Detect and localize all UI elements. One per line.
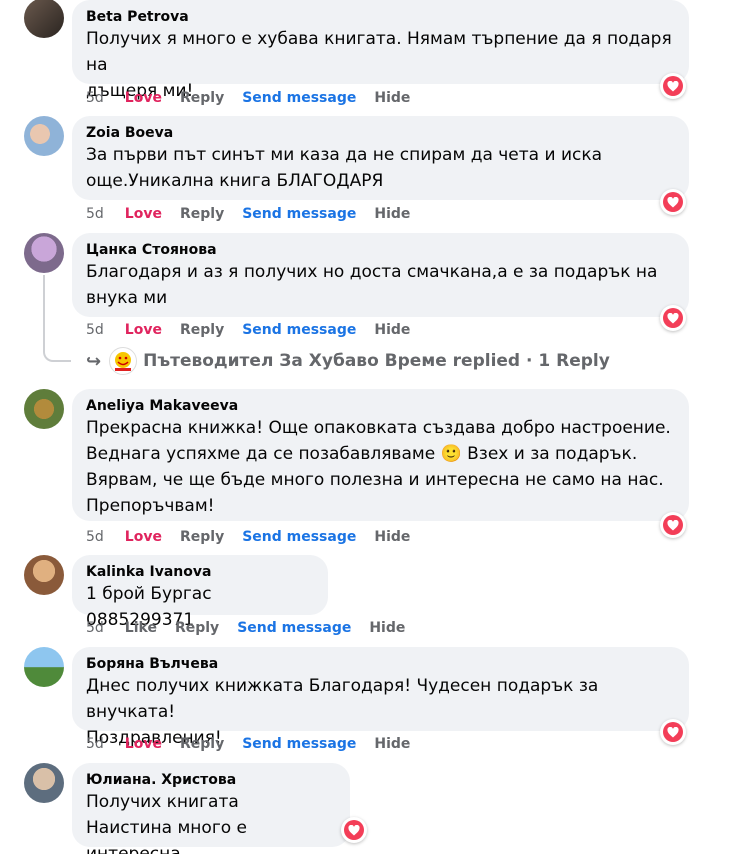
hide-button[interactable]: Hide	[374, 322, 410, 338]
reply-arrow-icon: ↪	[86, 350, 102, 372]
reaction-badge[interactable]	[660, 305, 686, 331]
reply-button[interactable]: Reply	[180, 90, 224, 106]
comment-text: Получих книгата Наистина много е интерес…	[86, 792, 248, 854]
send-message-button[interactable]: Send message	[237, 620, 351, 636]
avatar[interactable]	[24, 233, 64, 273]
comment-time[interactable]: 5d	[86, 206, 104, 222]
comment-actions: 5d Love Reply Send message Hide	[86, 206, 428, 222]
reply-button[interactable]: Reply	[180, 529, 224, 545]
reaction-badge[interactable]	[660, 719, 686, 745]
reply-button[interactable]: Reply	[180, 206, 224, 222]
send-message-button[interactable]: Send message	[242, 90, 356, 106]
page-avatar	[109, 347, 138, 375]
comment-text: Благодаря и аз я получих но доста смачка…	[86, 262, 658, 308]
avatar[interactable]	[24, 389, 64, 429]
comment-author[interactable]: Юлиана. Христова	[86, 771, 336, 789]
hide-button[interactable]: Hide	[374, 736, 410, 752]
comment-actions: 5d Like Reply Send message Hide	[86, 620, 423, 636]
comment-bubble: Цанка Стоянова Благодаря и аз я получих …	[72, 233, 689, 317]
comment-time[interactable]: 5d	[86, 736, 104, 752]
reply-button[interactable]: Reply	[175, 620, 219, 636]
comment-actions: 5d Love Reply Send message Hide	[86, 529, 428, 545]
send-message-button[interactable]: Send message	[242, 206, 356, 222]
send-message-button[interactable]: Send message	[242, 529, 356, 545]
love-button[interactable]: Love	[125, 206, 162, 222]
hide-button[interactable]: Hide	[374, 529, 410, 545]
love-button[interactable]: Love	[125, 90, 162, 106]
comment-time[interactable]: 5d	[86, 90, 104, 106]
reply-button[interactable]: Reply	[180, 736, 224, 752]
like-button[interactable]: Like	[125, 620, 157, 636]
comment-author[interactable]: Beta Petrova	[86, 8, 675, 26]
hide-button[interactable]: Hide	[374, 206, 410, 222]
hide-button[interactable]: Hide	[369, 620, 405, 636]
heart-icon	[663, 76, 683, 96]
heart-icon	[663, 515, 683, 535]
comment-actions: 5d Love Reply Send message Hide	[86, 736, 428, 752]
reaction-badge[interactable]	[660, 512, 686, 538]
reaction-badge[interactable]	[341, 817, 367, 843]
avatar[interactable]	[24, 647, 64, 687]
comment-author[interactable]: Aneliya Makaveeva	[86, 397, 675, 415]
view-replies-link[interactable]: ↪ Пътеводител За Хубаво Време replied · …	[86, 347, 610, 375]
comment-author[interactable]: Боряна Вълчева	[86, 655, 675, 673]
avatar[interactable]	[24, 763, 64, 803]
heart-icon	[663, 308, 683, 328]
send-message-button[interactable]: Send message	[242, 736, 356, 752]
avatar[interactable]	[24, 116, 64, 156]
comment-actions: 5d Love Reply Send message Hide	[86, 322, 428, 338]
comment-bubble: Beta Petrova Получих я много е хубава кн…	[72, 0, 689, 101]
comment-bubble: Юлиана. Христова Получих книгата Наистин…	[72, 763, 350, 854]
comment-time[interactable]: 5d	[86, 529, 104, 545]
heart-icon	[663, 722, 683, 742]
heart-icon	[663, 192, 683, 212]
love-button[interactable]: Love	[125, 322, 162, 338]
hide-button[interactable]: Hide	[374, 90, 410, 106]
send-message-button[interactable]: Send message	[242, 322, 356, 338]
comment-bubble: Боряна Вълчева Днес получих книжката Бла…	[72, 647, 689, 748]
love-button[interactable]: Love	[125, 736, 162, 752]
comment-text: Прекрасна книжка! Още опаковката създава…	[86, 418, 671, 516]
comment-actions: 5d Love Reply Send message Hide	[86, 90, 428, 106]
comment-bubble: Zoia Boeva За първи път синът ми каза да…	[72, 116, 689, 200]
comment-time[interactable]: 5d	[86, 322, 104, 338]
comment-bubble: Kalinka Ivanova 1 брой Бургас 0885299371	[72, 555, 328, 630]
comment-text: За първи път синът ми каза да не спирам …	[86, 145, 603, 191]
reaction-badge[interactable]	[660, 73, 686, 99]
avatar[interactable]	[24, 0, 64, 38]
comment-bubble: Aneliya Makaveeva Прекрасна книжка! Още …	[72, 389, 689, 521]
comment-time[interactable]: 5d	[86, 620, 104, 636]
comment-author[interactable]: Kalinka Ivanova	[86, 563, 314, 581]
thread-connector	[43, 275, 71, 362]
love-button[interactable]: Love	[125, 529, 162, 545]
comment-author[interactable]: Zoia Boeva	[86, 124, 675, 142]
reply-summary-text[interactable]: Пътеводител За Хубаво Време replied · 1 …	[143, 351, 610, 371]
reply-button[interactable]: Reply	[180, 322, 224, 338]
reaction-badge[interactable]	[660, 189, 686, 215]
comment-author[interactable]: Цанка Стоянова	[86, 241, 675, 259]
heart-icon	[344, 820, 364, 840]
avatar[interactable]	[24, 555, 64, 595]
